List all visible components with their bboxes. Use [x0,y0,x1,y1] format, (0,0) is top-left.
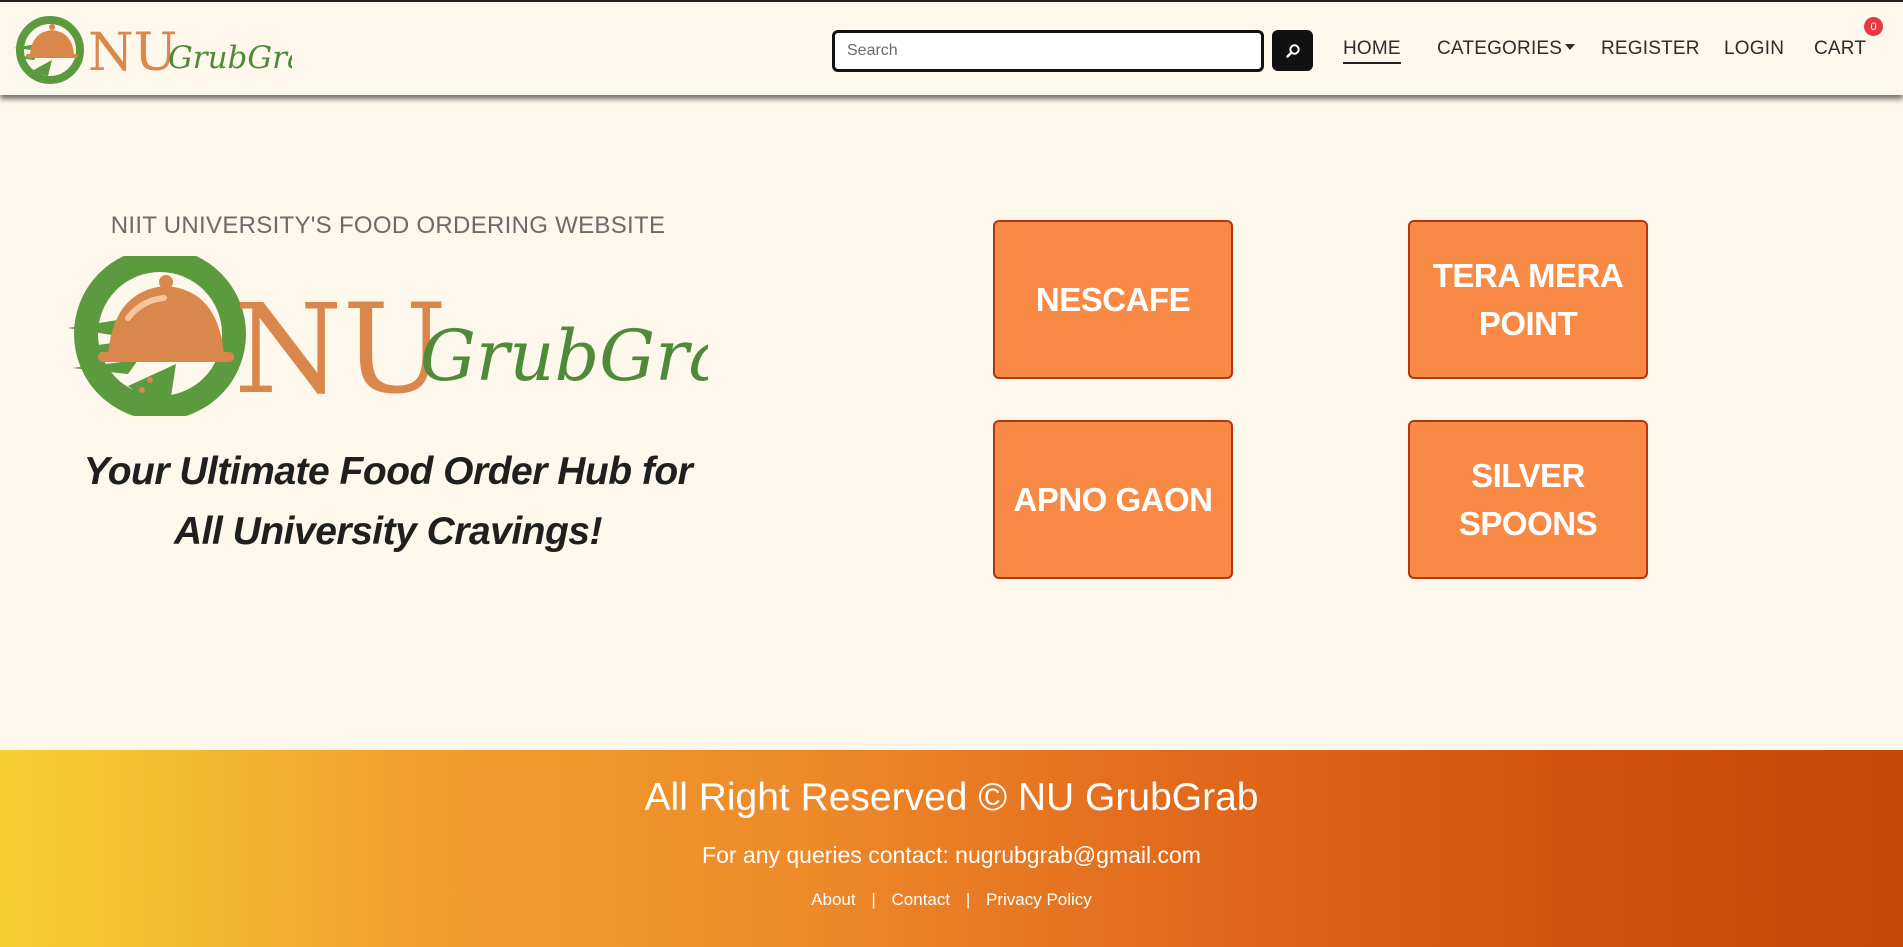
search-button[interactable] [1272,30,1313,71]
hero-logo: NU GrubGrab [68,256,708,416]
footer-contact-link[interactable]: Contact [892,890,951,909]
hero-tagline: NIIT UNIVERSITY'S FOOD ORDERING WEBSITE [110,212,666,239]
caret-down-icon [1565,43,1576,50]
footer-about-link[interactable]: About [811,890,855,909]
footer-privacy-link[interactable]: Privacy Policy [986,890,1092,909]
restaurant-tile-silver-spoons[interactable]: SILVER SPOONS [1408,420,1648,579]
footer-separator: | [965,890,971,909]
footer: All Right Reserved © NU GrubGrab For any… [0,750,1903,947]
hero-headline-line1: Your Ultimate Food Order Hub for [83,450,693,493]
nav-home-link[interactable]: HOME [1343,38,1401,64]
logo-nu-text: NU [88,23,177,83]
cart-count-badge: 0 [1864,17,1883,36]
hero-headline: Your Ultimate Food Order Hub for All Uni… [60,442,716,562]
nav-logo[interactable]: NU GrubGrab [12,14,292,84]
restaurant-tile-nescafe[interactable]: NESCAFE [993,220,1233,379]
nav-register-link[interactable]: REGISTER [1601,38,1700,60]
footer-links: About | Contact | Privacy Policy [0,890,1903,910]
nav-categories-dropdown[interactable]: CATEGORIES [1437,38,1576,60]
nav-categories-label: CATEGORIES [1437,38,1563,59]
footer-separator: | [871,890,876,909]
search-input[interactable] [832,30,1264,72]
nav-cart-link[interactable]: CART [1814,38,1866,60]
footer-contact: For any queries contact: nugrubgrab@gmai… [702,842,1201,868]
restaurant-tile-apno-gaon[interactable]: APNO GAON [993,420,1233,579]
nav-login-link[interactable]: LOGIN [1724,38,1784,60]
hero-headline-line2: All University Cravings! [174,510,602,553]
logo-grubgrab-text: GrubGrab [420,315,708,397]
footer-copyright: All Right Reserved © NU GrubGrab [644,776,1259,819]
logo-nu-text: NU [234,278,447,416]
navbar: NU GrubGrab HOME CATEGORIES REGISTER LOG… [0,0,1903,95]
cloche-icon [30,30,74,54]
logo-grubgrab-text: GrubGrab [168,40,292,76]
restaurant-tile-tera-mera-point[interactable]: TERA MERA POINT [1408,220,1648,379]
search-icon [1285,43,1300,58]
